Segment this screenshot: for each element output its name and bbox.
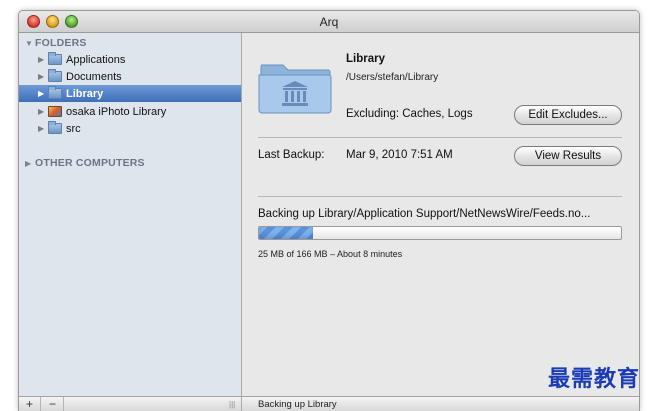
sidebar-item-documents[interactable]: ▶ Documents bbox=[19, 68, 241, 85]
window-title: Arq bbox=[319, 15, 339, 29]
disclosure-right-icon[interactable]: ▶ bbox=[38, 89, 48, 98]
disclosure-down-icon[interactable]: ▼ bbox=[25, 39, 35, 48]
selected-folder-name: Library bbox=[346, 53, 385, 65]
last-backup-value: Mar 9, 2010 7:51 AM bbox=[346, 149, 453, 161]
last-backup-label: Last Backup: bbox=[258, 149, 325, 161]
sidebar-item-label: Documents bbox=[66, 70, 122, 83]
sidebar-item-osaka-iphoto-library[interactable]: ▶ osaka iPhoto Library bbox=[19, 103, 241, 120]
disclosure-right-icon[interactable]: ▶ bbox=[38, 72, 48, 81]
remove-folder-button[interactable]: − bbox=[42, 397, 64, 411]
folders-group-header[interactable]: ▼ FOLDERS bbox=[25, 37, 87, 49]
backup-progress-bar bbox=[258, 226, 622, 240]
selected-folder-path: /Users/stefan/Library bbox=[346, 72, 439, 83]
sidebar-item-label: osaka iPhoto Library bbox=[66, 105, 167, 118]
disclosure-right-icon[interactable]: ▶ bbox=[38, 55, 48, 64]
sidebar-bottom-bar: + − ||| bbox=[19, 396, 241, 411]
edit-excludes-button[interactable]: Edit Excludes... bbox=[514, 105, 622, 125]
folder-icon bbox=[48, 69, 62, 82]
status-bar: Backing up Library bbox=[242, 396, 639, 411]
sidebar-item-library[interactable]: ▶ Library bbox=[19, 85, 241, 102]
sidebar-item-src[interactable]: ▶ src bbox=[19, 120, 241, 137]
excluding-text: Excluding: Caches, Logs bbox=[346, 108, 473, 120]
sidebar-item-applications[interactable]: ▶ Applications bbox=[19, 51, 241, 68]
iphoto-library-icon bbox=[48, 106, 62, 117]
disclosure-right-icon[interactable]: ▶ bbox=[38, 107, 48, 116]
add-folder-button[interactable]: + bbox=[19, 397, 41, 411]
disclosure-right-icon[interactable]: ▶ bbox=[25, 159, 35, 168]
arq-window: Arq ▼ FOLDERS ▶ Applications ▶ Documents … bbox=[18, 10, 640, 411]
other-computers-group-header[interactable]: ▶ OTHER COMPUTERS bbox=[25, 157, 145, 169]
backup-status-text: Backing up Library/Application Support/N… bbox=[258, 208, 591, 220]
view-results-button[interactable]: View Results bbox=[514, 146, 622, 166]
sidebar-item-label: Library bbox=[66, 87, 104, 100]
title-bar[interactable]: Arq bbox=[19, 11, 639, 33]
folder-icon bbox=[48, 86, 62, 99]
sidebar: ▼ FOLDERS ▶ Applications ▶ Documents ▶ Li… bbox=[19, 33, 242, 411]
watermark-text: 最需教育 bbox=[547, 366, 640, 392]
folder-icon bbox=[48, 121, 62, 134]
progress-fill bbox=[259, 227, 314, 239]
status-bar-text: Backing up Library bbox=[258, 399, 337, 410]
folder-icon bbox=[48, 52, 62, 65]
other-computers-header-label: OTHER COMPUTERS bbox=[35, 157, 145, 169]
folders-header-label: FOLDERS bbox=[35, 37, 87, 49]
library-folder-icon bbox=[258, 64, 332, 114]
divider bbox=[258, 196, 622, 197]
detail-pane: Library /Users/stefan/Library Excluding:… bbox=[242, 33, 639, 411]
sidebar-item-label: Applications bbox=[66, 53, 126, 66]
divider bbox=[258, 137, 622, 138]
sidebar-item-label: src bbox=[66, 122, 81, 135]
backup-size-text: 25 MB of 166 MB – About 8 minutes bbox=[258, 249, 403, 259]
resize-grip-icon[interactable]: ||| bbox=[229, 401, 237, 409]
disclosure-right-icon[interactable]: ▶ bbox=[38, 124, 48, 133]
